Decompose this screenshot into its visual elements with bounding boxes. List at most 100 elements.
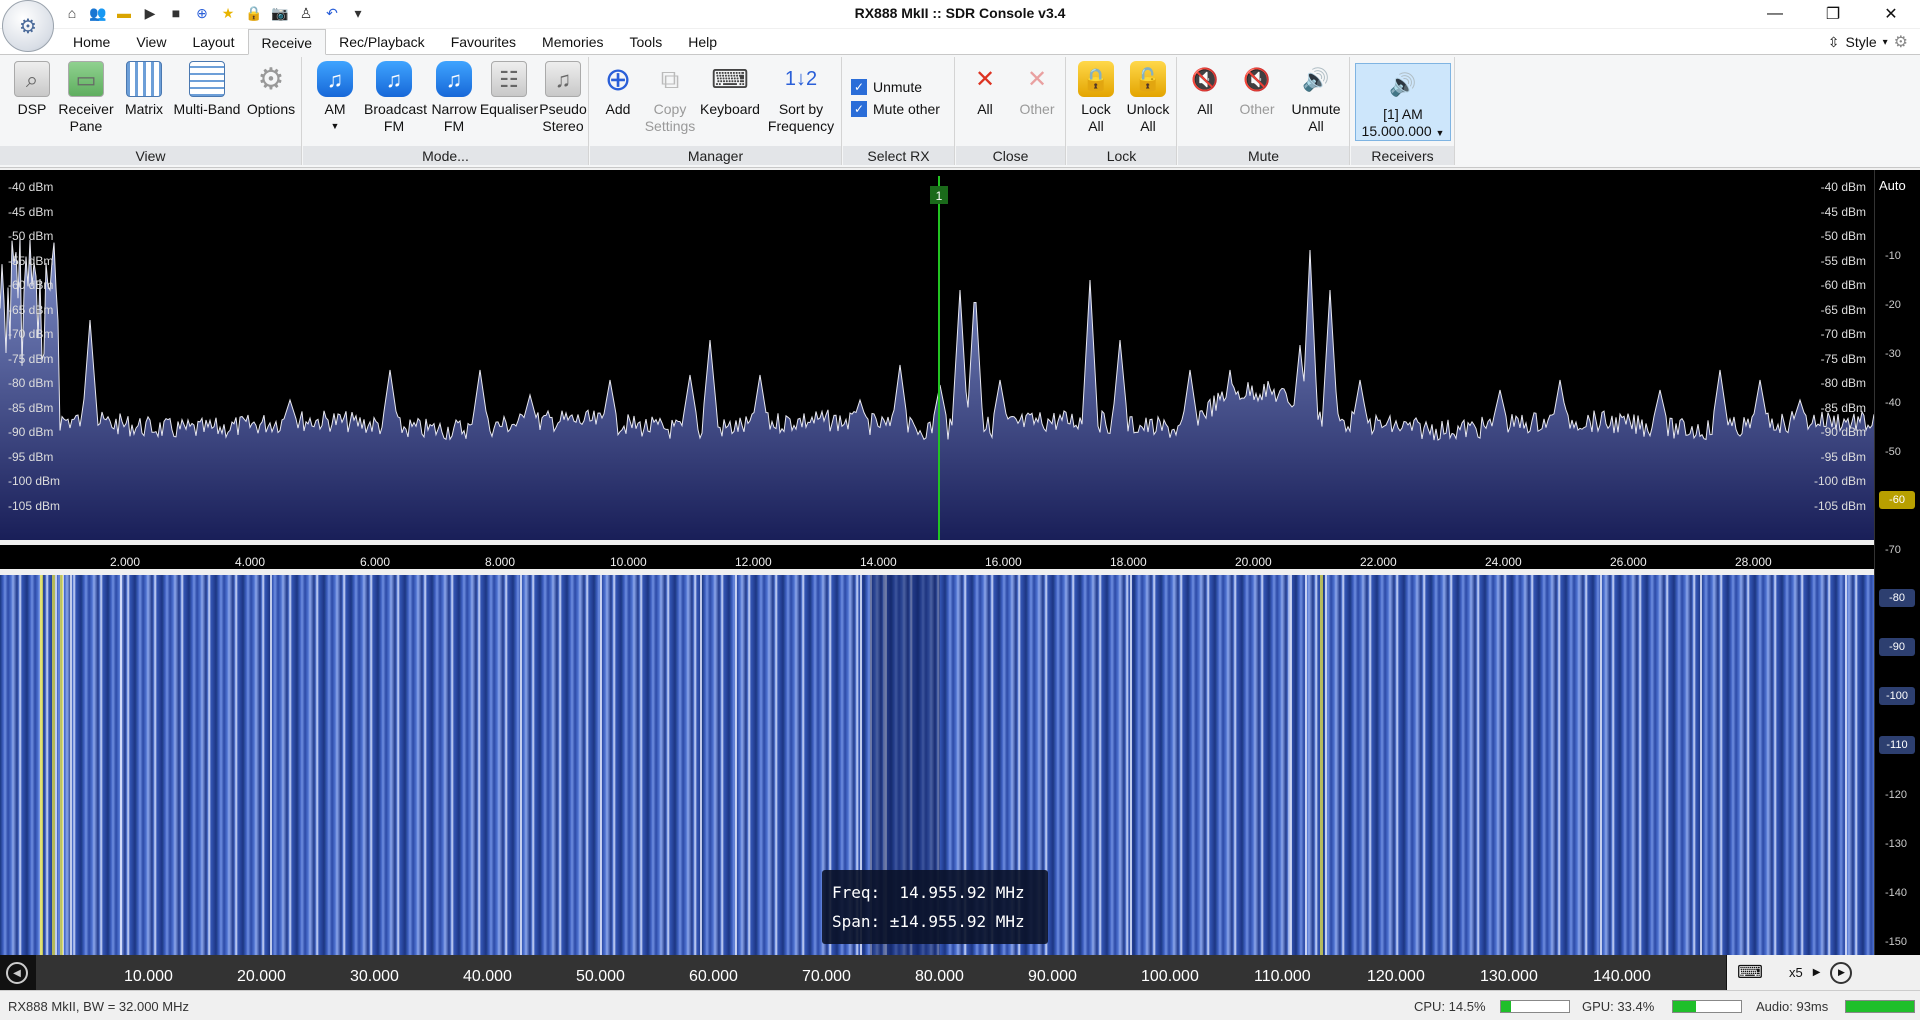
keyboard-icon[interactable]: ⌨ — [1737, 962, 1763, 983]
speaker-icon: 🔊 — [1389, 71, 1417, 97]
overview-axis[interactable]: 10.000 20.000 30.000 40.000 50.000 60.000 70.0… — [36, 955, 1726, 990]
tab-view[interactable]: View — [123, 29, 179, 55]
add-receiver-button[interactable]: ⊕ Add — [596, 61, 640, 118]
options-button[interactable]: ⚙ Options — [244, 61, 298, 118]
tab-memories[interactable]: Memories — [529, 29, 616, 55]
style-menu[interactable]: ⇳ Style ▾ ⚙ — [1828, 32, 1908, 52]
waterfall-signal-streak — [735, 575, 737, 955]
speaker-muted-icon: 🔇 — [1191, 66, 1219, 92]
level-scale-tick: -80 — [1879, 589, 1915, 607]
mute-all-button[interactable]: 🔇 All — [1182, 61, 1228, 118]
status-cpu: CPU: 14.5% — [1414, 999, 1486, 1014]
waterfall-signal-streak — [120, 575, 122, 955]
copy-settings-button[interactable]: ⧉ Copy Settings — [642, 61, 698, 135]
gpu-meter-fill — [1673, 1001, 1696, 1012]
group-label-mode: Mode... — [303, 146, 588, 165]
unlock-all-button[interactable]: 🔓 Unlock All — [1123, 61, 1173, 135]
plus-circle-icon: ⊕ — [604, 60, 632, 97]
receiver-pane-label: Receiver Pane — [58, 101, 114, 134]
close-all-button[interactable]: ✕ All — [962, 61, 1008, 118]
group-manager: ⊕ Add ⧉ Copy Settings ⌨ Keyboard 1↓2 Sor… — [590, 57, 842, 165]
waterfall-signal-streak — [1600, 575, 1602, 955]
sort-icon: 1↓2 — [784, 67, 818, 90]
close-other-button[interactable]: ✕ Other — [1012, 61, 1062, 118]
broadcast-fm-button[interactable]: ♫ Broadcast FM — [359, 61, 429, 135]
copy-icon: ⧉ — [660, 63, 680, 94]
unmute-checkbox[interactable]: ✓ Unmute — [851, 79, 922, 95]
receiver-pane-button[interactable]: ▭ Receiver Pane — [58, 61, 114, 135]
level-scale-tick: -100 — [1879, 687, 1915, 705]
frequency-tick-label: 18.000 — [1110, 555, 1147, 569]
keyboard-button[interactable]: ⌨ Keyboard — [698, 61, 762, 118]
dbm-label-left: -85 dBm — [8, 400, 54, 415]
overview-tick-label: 20.000 — [237, 968, 286, 985]
equaliser-button[interactable]: ☷ Equaliser — [479, 61, 539, 118]
scroll-left-button[interactable]: ◀ — [6, 962, 28, 984]
dbm-label-right: -40 dBm — [1820, 180, 1866, 194]
style-label: Style — [1845, 34, 1877, 50]
frequency-tick-label: 2.000 — [110, 555, 141, 569]
restore-button[interactable]: ❐ — [1804, 0, 1862, 28]
gpu-meter — [1672, 1000, 1742, 1013]
tab-favourites[interactable]: Favourites — [438, 29, 529, 55]
tab-help[interactable]: Help — [675, 29, 730, 55]
frequency-tick-label: 22.000 — [1360, 555, 1397, 569]
tab-home[interactable]: Home — [60, 29, 123, 55]
dbm-label-right: -85 dBm — [1820, 400, 1866, 415]
play-icon[interactable]: ▶ — [1813, 967, 1821, 978]
keyboard-icon: ⌨ — [711, 63, 749, 94]
close-window-icon: ✕ — [1026, 65, 1048, 93]
mute-other-checkbox[interactable]: ✓ Mute other — [851, 101, 940, 117]
overview-tick-label: 130.000 — [1480, 968, 1538, 985]
receiver-1-button[interactable]: 🔊 [1] AM 15.000.000 ▼ — [1355, 63, 1451, 141]
scroll-right-button[interactable]: ▶ — [1830, 961, 1853, 984]
multi-band-button[interactable]: Multi-Band — [170, 61, 244, 118]
gear-icon[interactable]: ⚙ — [1894, 32, 1908, 52]
group-label-select-rx: Select RX — [843, 146, 954, 165]
tab-rec-playback[interactable]: Rec/Playback — [326, 29, 438, 55]
dbm-label-right: -60 dBm — [1820, 278, 1866, 292]
frequency-tooltip: Freq: 14.955.92 MHz Span: ±14.955.92 MHz — [822, 870, 1048, 944]
level-scale-tick: -110 — [1879, 736, 1915, 754]
close-all-label: All — [977, 101, 993, 117]
window-controls: — ❐ ✕ — [1746, 0, 1920, 28]
frequency-axis[interactable]: 2.000 4.000 6.000 8.000 10.000 12.000 14.000 16… — [0, 545, 1874, 569]
matrix-button[interactable]: Matrix — [122, 61, 166, 118]
am-button[interactable]: ♫ AM ▼ — [313, 61, 357, 135]
overview-tick-label: 70.000 — [802, 968, 851, 985]
narrow-fm-button[interactable]: ♫ Narrow FM — [429, 61, 479, 135]
minimize-button[interactable]: — — [1746, 0, 1804, 28]
group-label-receivers: Receivers — [1351, 146, 1454, 165]
lock-all-button[interactable]: 🔒 Lock All — [1073, 61, 1119, 135]
close-button[interactable]: ✕ — [1862, 0, 1920, 28]
dsp-button[interactable]: ⌕ DSP — [10, 61, 54, 118]
mute-other-button[interactable]: 🔇 Other — [1232, 61, 1282, 118]
group-label-mute: Mute — [1178, 146, 1349, 165]
tab-tools[interactable]: Tools — [617, 29, 676, 55]
pseudo-stereo-label: Pseudo Stereo — [539, 101, 587, 134]
level-scale-panel[interactable]: Auto -10 -20 -30 -40 -50 -60 -70 -80 -90 -100 -110… — [1874, 170, 1920, 955]
multi-band-icon — [189, 61, 225, 97]
sort-by-frequency-button[interactable]: 1↓2 Sort by Frequency — [764, 61, 838, 135]
waterfall-strong-signal-streak — [1320, 575, 1323, 955]
matrix-icon — [126, 61, 162, 97]
overview-controls: ⌨ x5 ▶ ▶ — [1727, 955, 1920, 990]
level-scale-tick: -60 — [1879, 491, 1915, 509]
group-label-manager: Manager — [590, 146, 841, 165]
chevron-down-icon: ▾ — [1882, 36, 1888, 48]
auto-button[interactable]: Auto — [1879, 178, 1906, 193]
overview-tick-label: 50.000 — [576, 968, 625, 985]
tab-layout[interactable]: Layout — [179, 29, 247, 55]
app-menu-button[interactable]: ⚙ — [2, 0, 54, 52]
tooltip-span: Span: ±14.955.92 MHz — [832, 912, 1025, 931]
unmute-all-button[interactable]: 🔊 Unmute All — [1286, 61, 1346, 135]
ribbon-tab-bar: Home View Layout Receive Rec/Playback Fa… — [0, 29, 1920, 55]
pseudo-stereo-button[interactable]: ♫ Pseudo Stereo — [539, 61, 587, 135]
frequency-tick-label: 26.000 — [1610, 555, 1647, 569]
waterfall-signal-streak — [520, 575, 522, 955]
spectrum-display[interactable]: 1 -40 dBm -45 dBm -50 dBm -55 dBm -60 dBm -65… — [0, 170, 1874, 540]
zoom-level[interactable]: x5 — [1789, 965, 1803, 980]
tab-receive[interactable]: Receive — [247, 29, 327, 55]
waterfall-signal-streak — [1305, 575, 1307, 955]
frequency-tick-label: 28.000 — [1735, 555, 1772, 569]
